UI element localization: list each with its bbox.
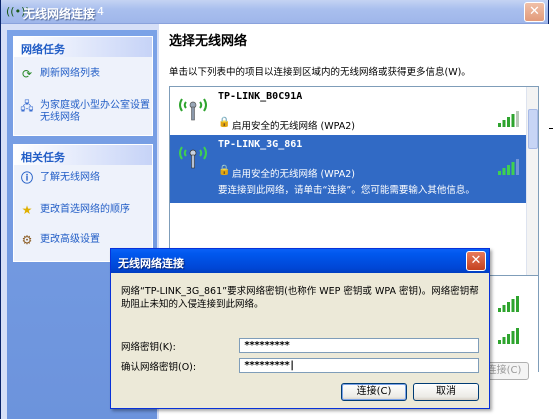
task-learn-wireless-label: 了解无线网络	[40, 172, 100, 183]
network-key-dialog: 无线网络连接 ✕ 网络“TP-LINK_3G_861”要求网络密钥(也称作 WE…	[110, 248, 490, 409]
task-setup-network[interactable]: 🖧 为家庭或小型办公室设置无线网络	[20, 99, 150, 127]
network-tasks-box: 网络任务 ⟳ 刷新网络列表 🖧 为家庭或小型办公室设置无线网络	[13, 36, 153, 136]
lock-icon: 🔒	[218, 165, 231, 176]
task-refresh-list-label: 刷新网络列表	[40, 68, 100, 79]
network-key-label: 网络密钥(K):	[121, 342, 176, 353]
network-2-message: 要连接到此网络，请单击“连接”。您可能需要输入其他信息。	[218, 185, 475, 196]
task-change-order[interactable]: ★ 更改首选网络的顺序	[20, 203, 150, 219]
task-learn-wireless[interactable]: ⓘ 了解无线网络	[20, 171, 150, 187]
related-tasks-box: 相关任务 ⓘ 了解无线网络 ★ 更改首选网络的顺序 ⚙ 更改高级设置	[13, 144, 153, 262]
confirm-key-label: 确认网络密钥(O):	[121, 362, 197, 373]
confirm-key-input[interactable]: *********|	[239, 358, 479, 373]
network-1-ssid: TP-LINK_B0C91A	[218, 91, 303, 102]
window-close-button[interactable]: ✕	[524, 2, 545, 22]
task-refresh-list[interactable]: ⟳ 刷新网络列表	[20, 67, 150, 83]
dialog-cancel-button[interactable]: 取消	[413, 383, 479, 401]
settings-icon: ⚙	[21, 233, 33, 247]
wireless-antenna-icon	[179, 98, 207, 121]
signal-strength-icon	[498, 328, 519, 344]
network-setup-icon: 🖧	[20, 99, 34, 113]
related-tasks-title: 相关任务	[14, 145, 152, 165]
network-2-ssid: TP-LINK_3G_861	[218, 139, 303, 150]
network-key-input[interactable]: *********	[239, 338, 479, 353]
network-2-security: 启用安全的无线网络 (WPA2)	[232, 169, 355, 180]
network-1-security: 启用安全的无线网络 (WPA2)	[232, 121, 355, 132]
info-icon: ⓘ	[20, 171, 33, 185]
lock-icon: 🔒	[218, 117, 231, 128]
dialog-title: 无线网络连接	[118, 257, 184, 270]
window-title: 无线网络连接	[23, 7, 96, 21]
page-title: 选择无线网络	[169, 34, 248, 49]
wireless-antenna-icon	[179, 146, 207, 169]
network-list-scrollbar[interactable]	[526, 87, 538, 275]
dialog-message: 网络“TP-LINK_3G_861”要求网络密钥(也称作 WEP 密钥或 WPA…	[121, 286, 479, 310]
task-change-order-label: 更改首选网络的顺序	[40, 204, 130, 215]
signal-strength-icon	[498, 296, 519, 312]
task-advanced-settings[interactable]: ⚙ 更改高级设置	[20, 233, 150, 249]
window-title-suffix: 4	[97, 5, 104, 18]
signal-strength-icon	[498, 111, 519, 127]
task-setup-network-label: 为家庭或小型办公室设置无线网络	[40, 100, 150, 123]
network-item-2[interactable]: TP-LINK_3G_861 🔒 启用安全的无线网络 (WPA2) 要连接到此网…	[170, 135, 526, 203]
signal-strength-icon	[498, 159, 519, 175]
instructions-text: 单击以下列表中的项目以连接到区域内的无线网络或获得更多信息(W)。	[169, 67, 471, 78]
scrollbar-thumb[interactable]	[528, 109, 538, 149]
task-advanced-settings-label: 更改高级设置	[40, 234, 100, 245]
network-item-1[interactable]: TP-LINK_B0C91A 🔒 启用安全的无线网络 (WPA2)	[170, 87, 526, 135]
network-tasks-title: 网络任务	[14, 37, 152, 57]
refresh-icon: ⟳	[21, 67, 33, 81]
dialog-close-button[interactable]: ✕	[466, 251, 486, 271]
window-titlebar[interactable]: ((•)) 无线网络连接 4 ✕	[1, 0, 548, 24]
dialog-titlebar[interactable]: 无线网络连接 ✕	[111, 249, 489, 273]
star-icon: ★	[21, 203, 33, 217]
dialog-connect-button[interactable]: 连接(C)	[341, 383, 407, 401]
